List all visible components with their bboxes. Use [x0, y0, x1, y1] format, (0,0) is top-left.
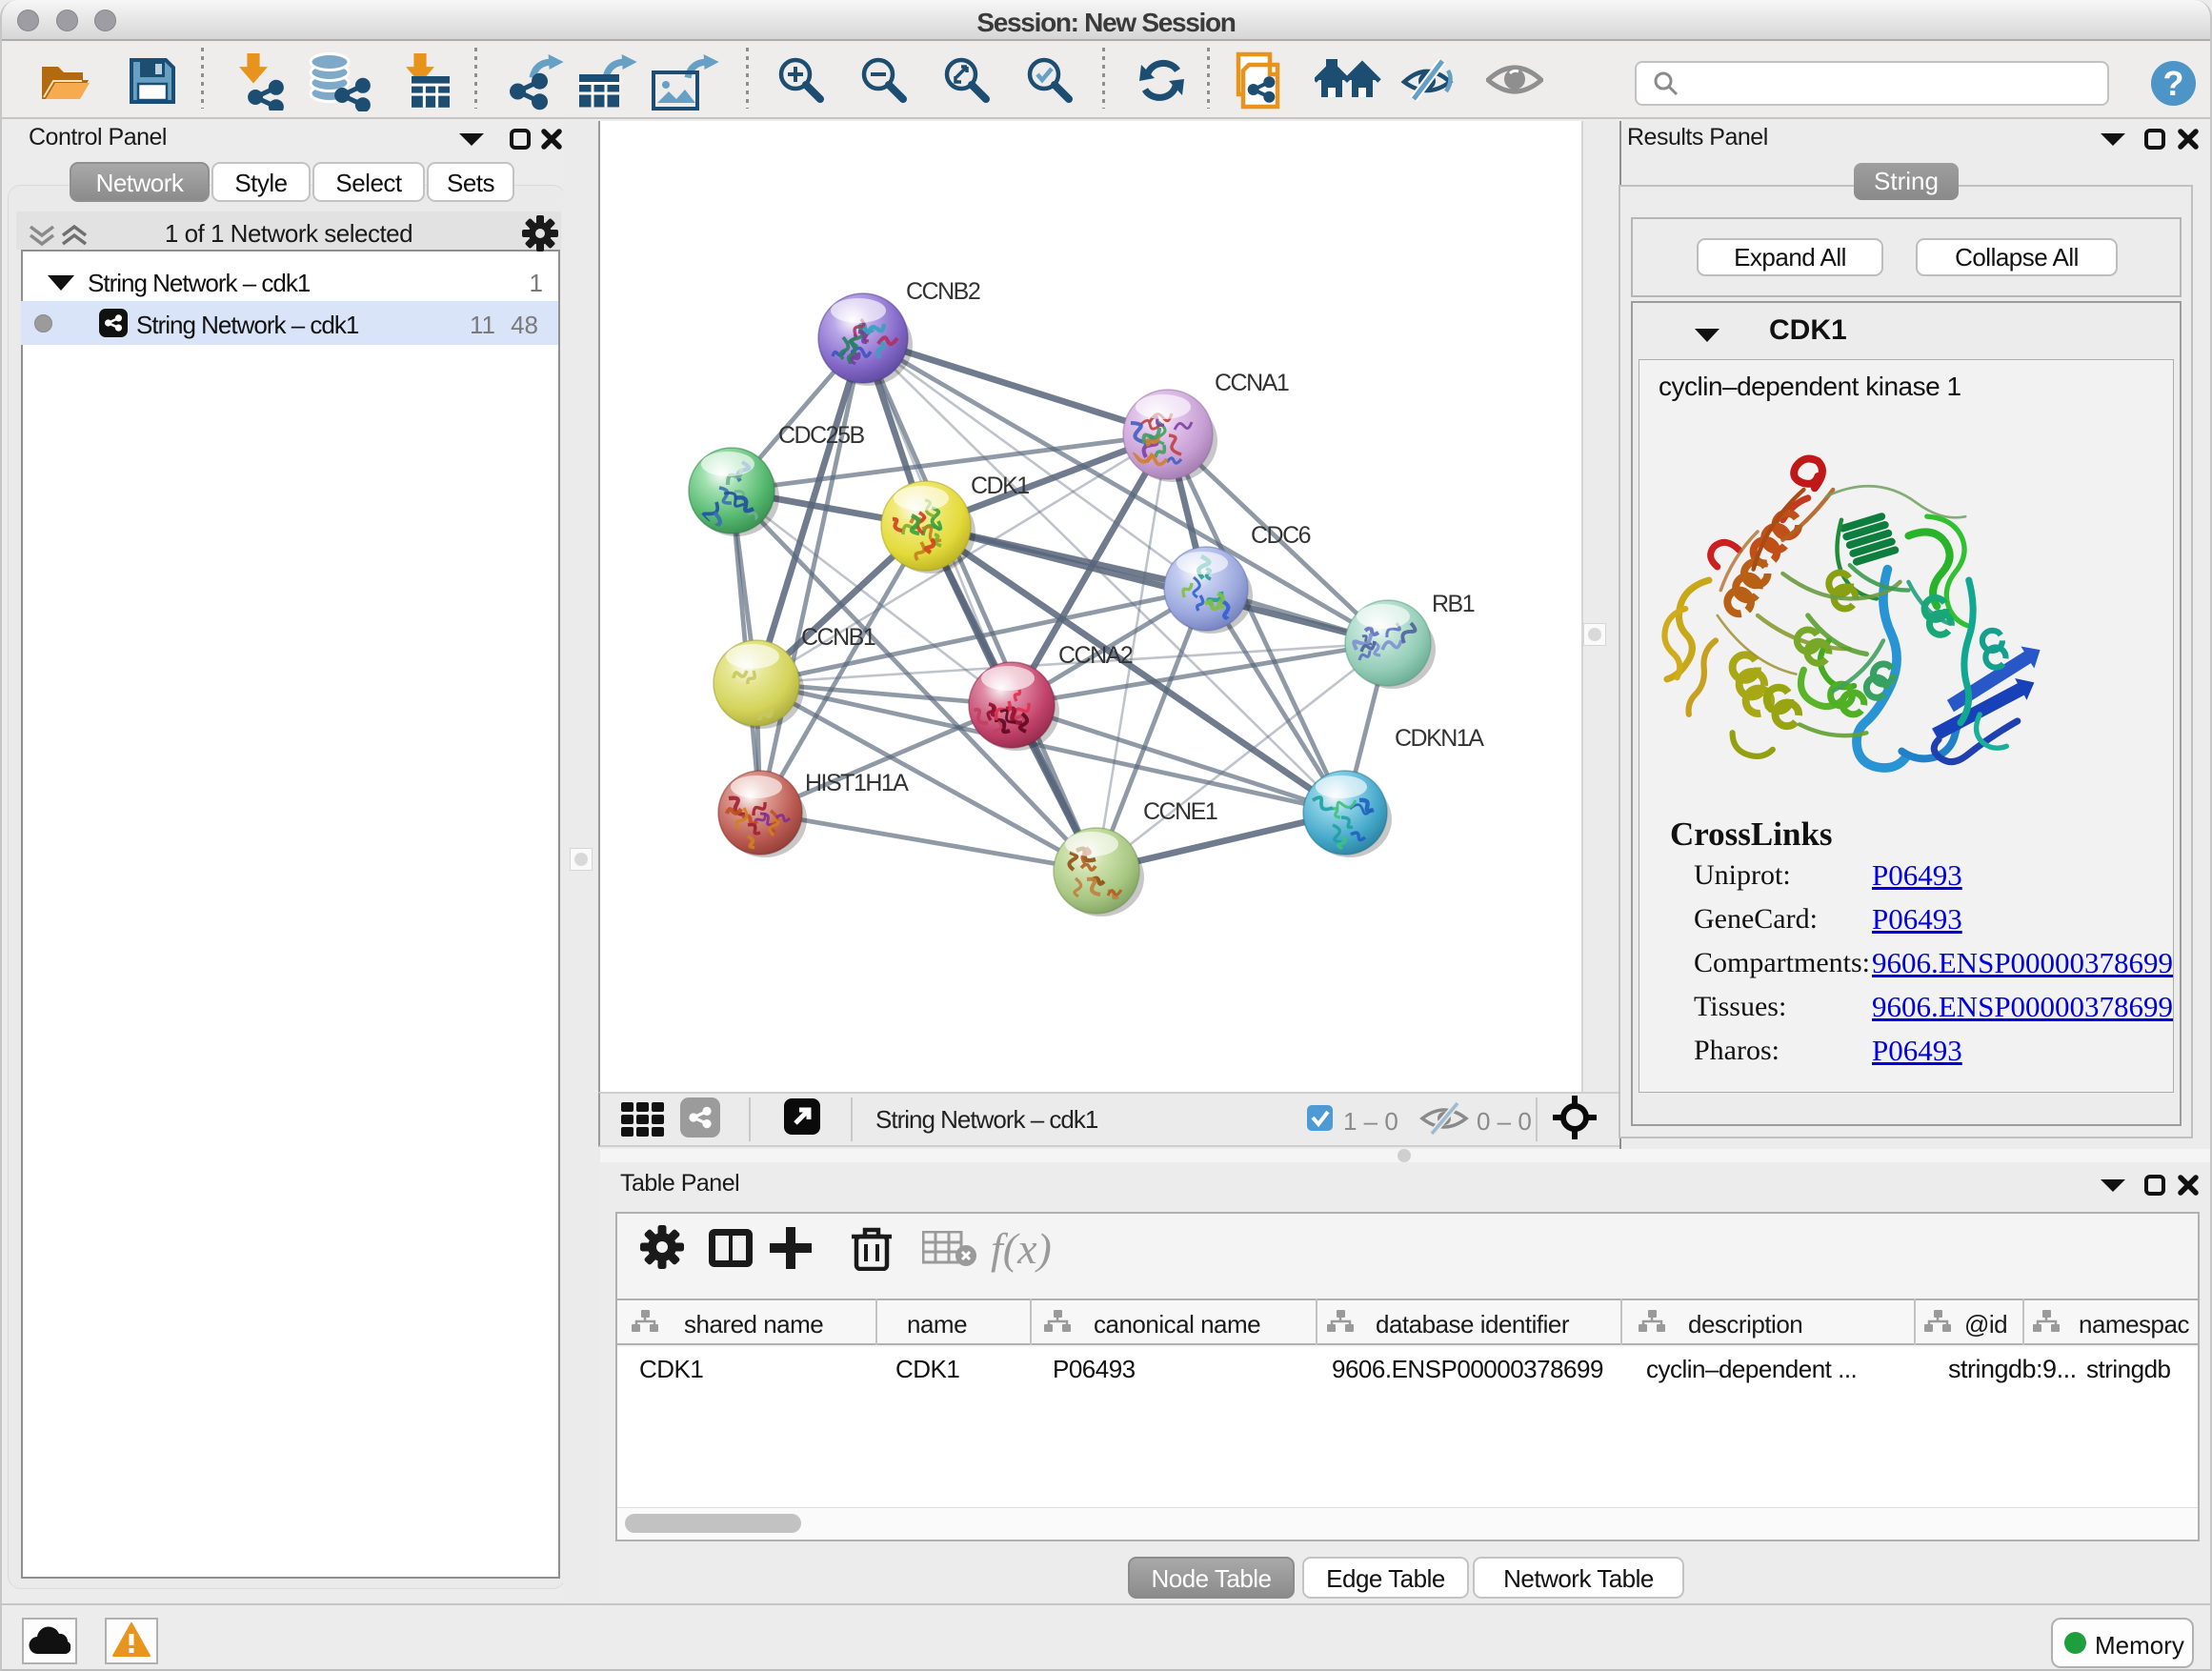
- svg-text:RB1: RB1: [1432, 591, 1475, 617]
- svg-text:CCNE1: CCNE1: [1143, 798, 1217, 825]
- svg-text:CDK1: CDK1: [971, 473, 1029, 499]
- svg-text:HIST1H1A: HIST1H1A: [805, 770, 909, 796]
- svg-text:CDC25B: CDC25B: [778, 422, 864, 449]
- svg-text:CCNB1: CCNB1: [801, 624, 875, 651]
- svg-text:CCNA1: CCNA1: [1215, 370, 1289, 396]
- svg-text:CCNB2: CCNB2: [906, 278, 980, 305]
- svg-text:CDC6: CDC6: [1251, 522, 1311, 549]
- svg-text:CDKN1A: CDKN1A: [1395, 725, 1484, 752]
- svg-text:CCNA2: CCNA2: [1058, 642, 1133, 669]
